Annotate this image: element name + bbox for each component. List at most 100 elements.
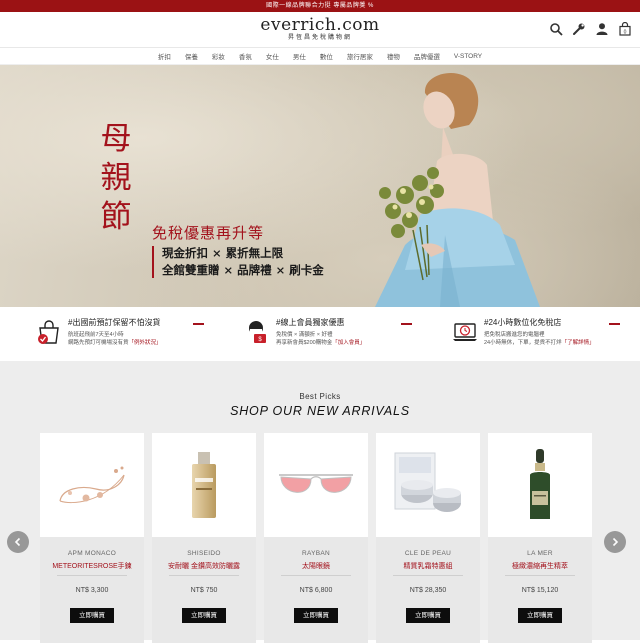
serum-bottle-icon bbox=[530, 449, 550, 519]
product-card[interactable]: LA MER 極緻濃縮再生精萃 NT$ 15,120 立即購買 bbox=[488, 433, 592, 643]
svg-text:0: 0 bbox=[624, 30, 627, 36]
hero-offer-line: 全館雙重贈 × 品牌禮 × 刷卡金 bbox=[162, 263, 324, 277]
feature-title: #24小時數位化免稅店 bbox=[484, 318, 562, 327]
buy-now-button[interactable]: 立即購買 bbox=[518, 608, 562, 623]
product-brand: SHISEIDO bbox=[187, 550, 221, 557]
hero-divider bbox=[152, 246, 154, 278]
hero-title-char: 母 bbox=[100, 121, 132, 157]
section-headline: SHOP OUR NEW ARRIVALS bbox=[230, 404, 410, 418]
product-card[interactable]: APM MONACO METEORITESROSE手鍊 NT$ 3,300 立即… bbox=[40, 433, 144, 643]
product-brand: LA MER bbox=[527, 550, 553, 557]
product-divider bbox=[169, 575, 239, 576]
buy-now-button[interactable]: 立即購買 bbox=[406, 608, 450, 623]
product-image[interactable] bbox=[488, 433, 592, 537]
shopping-bag-icon[interactable]: 0 bbox=[618, 21, 632, 36]
feature-link[interactable]: 「了解詳情」 bbox=[562, 340, 595, 346]
cream-jar-set-icon bbox=[394, 452, 461, 512]
site-header: everrich.com 昇恆昌免稅購物網 0 bbox=[0, 12, 640, 48]
member-card-icon: $ bbox=[244, 319, 270, 345]
feature-link[interactable]: 「加入會員」 bbox=[332, 340, 365, 346]
product-card[interactable]: CLE DE PEAU 精質乳霜特惠組 NT$ 28,350 立即購買 bbox=[376, 433, 480, 643]
carousel-prev-button[interactable] bbox=[7, 531, 29, 553]
hero-vertical-title: 母 親 節 bbox=[98, 120, 134, 237]
feature-title: #線上會員獨家優惠 bbox=[276, 318, 345, 327]
product-name[interactable]: 精質乳霜特惠組 bbox=[376, 561, 480, 571]
hero-offer-line: 現金折扣 × 累折無上限 bbox=[162, 246, 284, 260]
feature-line: 網路先預訂可機場沒有貨 bbox=[68, 340, 129, 346]
product-card[interactable]: RAYBAN 太陽眼鏡 NT$ 6,800 立即購買 bbox=[264, 433, 368, 643]
logo-subtitle: 昇恆昌免稅購物網 bbox=[287, 35, 352, 41]
hero-title-char: 親 bbox=[100, 160, 132, 196]
feature-strip: #出國前預訂保留不怕沒貨 航班起飛前7天至4小時 網路先預訂可機場沒有貨「例外狀… bbox=[0, 307, 640, 361]
product-price: NT$ 3,300 bbox=[75, 587, 109, 594]
site-logo[interactable]: everrich.com 昇恆昌免稅購物網 bbox=[0, 16, 640, 42]
nav-item-discount[interactable]: 折扣 bbox=[151, 51, 178, 61]
product-name[interactable]: 極緻濃縮再生精萃 bbox=[488, 561, 592, 571]
chevron-left-icon bbox=[14, 537, 21, 547]
feature-preorder[interactable]: #出國前預訂保留不怕沒貨 航班起飛前7天至4小時 網路先預訂可機場沒有貨「例外狀… bbox=[8, 313, 216, 361]
nav-item-women[interactable]: 女仕 bbox=[259, 51, 286, 61]
product-divider bbox=[57, 575, 127, 576]
laptop-24h-icon bbox=[452, 319, 478, 345]
product-divider bbox=[505, 575, 575, 576]
product-image[interactable] bbox=[40, 433, 144, 537]
product-name[interactable]: 太陽眼鏡 bbox=[264, 561, 368, 571]
nav-item-gifts[interactable]: 禮物 bbox=[380, 51, 407, 61]
product-brand: RAYBAN bbox=[301, 550, 331, 557]
hero-subtitle: 免稅優惠再升等 bbox=[152, 224, 265, 242]
product-divider bbox=[393, 575, 463, 576]
wrench-icon[interactable] bbox=[572, 22, 586, 36]
nav-item-skincare[interactable]: 保養 bbox=[178, 51, 205, 61]
feature-member[interactable]: $ #線上會員獨家優惠 免稅價 × 滿額折 × 好禮 再享新會員$200購物金「… bbox=[216, 313, 424, 361]
search-icon[interactable] bbox=[549, 22, 563, 36]
buy-now-button[interactable]: 立即購買 bbox=[294, 608, 338, 623]
product-image[interactable] bbox=[376, 433, 480, 537]
product-card[interactable]: SHISEIDO 安耐曬 金鑽高效防曬露 NT$ 750 立即購買 bbox=[152, 433, 256, 643]
best-picks-section: Best Picks SHOP OUR NEW ARRIVALS APM MON… bbox=[0, 361, 640, 643]
promo-bar[interactable]: 國際一線品牌聯合力挺 專屬品牌獎 % bbox=[0, 0, 640, 12]
feature-dash bbox=[401, 323, 412, 325]
product-price: NT$ 750 bbox=[190, 587, 218, 594]
product-name[interactable]: METEORITESROSE手鍊 bbox=[40, 561, 144, 571]
buy-now-button[interactable]: 立即購買 bbox=[182, 608, 226, 623]
nav-item-brands[interactable]: 品牌優選 bbox=[407, 51, 447, 61]
product-image[interactable] bbox=[264, 433, 368, 537]
feature-line: 航班起飛前7天至4小時 bbox=[68, 332, 124, 338]
nav-item-makeup[interactable]: 彩妝 bbox=[205, 51, 232, 61]
main-nav: 折扣 保養 彩妝 香氛 女仕 男仕 數位 旅行居家 禮物 品牌優選 V-STOR… bbox=[0, 48, 640, 65]
hero-offer-text: 現金折扣 × 累折無上限 全館雙重贈 × 品牌禮 × 刷卡金 bbox=[162, 245, 324, 279]
nav-item-travel-home[interactable]: 旅行居家 bbox=[340, 51, 380, 61]
feature-line: 免稅價 × 滿額折 × 好禮 bbox=[276, 332, 333, 338]
feature-link[interactable]: 「例外狀況」 bbox=[129, 340, 162, 346]
hero-title-char: 節 bbox=[100, 199, 132, 235]
user-icon[interactable] bbox=[595, 22, 609, 36]
product-divider bbox=[281, 575, 351, 576]
feature-line: 24小時無休，下單，提貨不打烊 bbox=[484, 340, 562, 346]
nav-item-vstory[interactable]: V-STORY bbox=[447, 53, 489, 60]
product-name[interactable]: 安耐曬 金鑽高效防曬露 bbox=[152, 561, 256, 571]
hero-model-image bbox=[375, 72, 540, 307]
feature-line: 把免稅店搬進您的電腦裡 bbox=[484, 332, 545, 338]
bracelet-icon bbox=[59, 466, 125, 504]
hero-banner[interactable]: 母 親 節 免稅優惠再升等 現金折扣 × 累折無上限 全館雙重贈 × 品牌禮 ×… bbox=[0, 65, 640, 307]
carousel-next-button[interactable] bbox=[604, 531, 626, 553]
nav-item-digital[interactable]: 數位 bbox=[313, 51, 340, 61]
product-image[interactable] bbox=[152, 433, 256, 537]
buy-now-button[interactable]: 立即購買 bbox=[70, 608, 114, 623]
feature-24h[interactable]: #24小時數位化免稅店 把免稅店搬進您的電腦裡 24小時無休，下單，提貨不打烊「… bbox=[424, 313, 632, 361]
logo-text[interactable]: everrich.com bbox=[0, 16, 640, 34]
nav-item-men[interactable]: 男仕 bbox=[286, 51, 313, 61]
sunglasses-icon bbox=[279, 474, 353, 493]
product-price: NT$ 6,800 bbox=[299, 587, 333, 594]
product-price: NT$ 28,350 bbox=[409, 587, 447, 594]
feature-dash bbox=[193, 323, 204, 325]
feature-line: 再享新會員$200購物金 bbox=[276, 340, 333, 346]
product-brand: APM MONACO bbox=[67, 550, 117, 557]
nav-item-fragrance[interactable]: 香氛 bbox=[232, 51, 259, 61]
feature-title: #出國前預訂保留不怕沒貨 bbox=[68, 318, 161, 327]
chevron-right-icon bbox=[612, 537, 619, 547]
product-price: NT$ 15,120 bbox=[521, 587, 559, 594]
section-kicker: Best Picks bbox=[299, 392, 341, 401]
product-brand: CLE DE PEAU bbox=[404, 550, 452, 557]
feature-dash bbox=[609, 323, 620, 325]
